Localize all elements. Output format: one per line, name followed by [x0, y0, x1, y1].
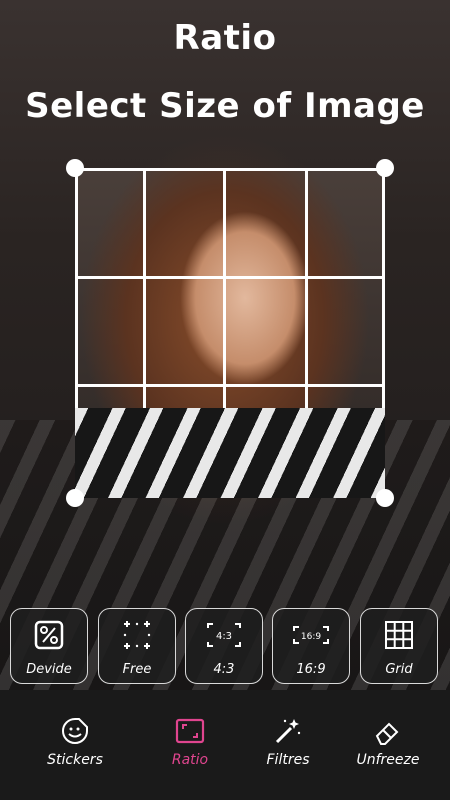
ratio-icon	[140, 716, 240, 746]
option-label: 4:3	[213, 662, 235, 677]
crop-handle-bottom-left[interactable]	[66, 489, 84, 507]
crop-handle-top-right[interactable]	[376, 159, 394, 177]
ratio-badge: 16:9	[301, 632, 321, 642]
nav-filtres[interactable]: Filtres	[238, 716, 338, 768]
nav-ratio[interactable]: Ratio	[140, 716, 240, 768]
nav-unfreeze[interactable]: Unfreeze	[338, 716, 438, 768]
option-16-9-button[interactable]: 16:9 16:9	[272, 608, 350, 684]
grid-line	[75, 384, 385, 387]
nav-stickers[interactable]: Stickers	[25, 716, 125, 768]
ratio-4-3-icon: 4:3	[186, 619, 262, 651]
magic-wand-icon	[238, 716, 338, 746]
option-label: Grid	[385, 662, 413, 677]
grid-line	[382, 168, 385, 498]
grid-line	[75, 495, 385, 498]
grid-icon	[361, 619, 437, 651]
option-devide-button[interactable]: Devide	[10, 608, 88, 684]
grid-line	[143, 168, 146, 498]
free-crop-icon	[99, 619, 175, 651]
crop-handle-top-left[interactable]	[66, 159, 84, 177]
grid-line	[305, 168, 308, 498]
bottom-nav: Stickers Ratio Filtres Unfreeze	[0, 690, 450, 800]
nav-label: Filtres	[266, 752, 310, 768]
option-label: 16:9	[296, 662, 326, 677]
eraser-icon	[338, 716, 438, 746]
ratio-badge: 4:3	[216, 631, 232, 642]
nav-label: Ratio	[171, 752, 209, 768]
grid-line	[223, 168, 226, 498]
grid-line	[75, 168, 385, 171]
ratio-16-9-icon: 16:9	[273, 619, 349, 651]
crop-area[interactable]	[75, 168, 385, 498]
grid-line	[75, 168, 78, 498]
nav-label: Stickers	[47, 752, 103, 768]
option-label: Devide	[26, 662, 72, 677]
sticker-icon	[25, 716, 125, 746]
crop-handle-bottom-right[interactable]	[376, 489, 394, 507]
option-grid-button[interactable]: Grid	[360, 608, 438, 684]
percent-icon	[11, 619, 87, 651]
option-4-3-button[interactable]: 4:3 4:3	[185, 608, 263, 684]
grid-line	[75, 276, 385, 279]
page-subtitle: Select Size of Image	[25, 86, 425, 126]
option-label: Free	[122, 662, 152, 677]
ratio-options-bar: Devide Free 4:3 4:3 16:9 16:9 Grid	[0, 608, 450, 686]
nav-label: Unfreeze	[356, 752, 420, 768]
page-title: Ratio	[173, 18, 277, 58]
option-free-button[interactable]: Free	[98, 608, 176, 684]
